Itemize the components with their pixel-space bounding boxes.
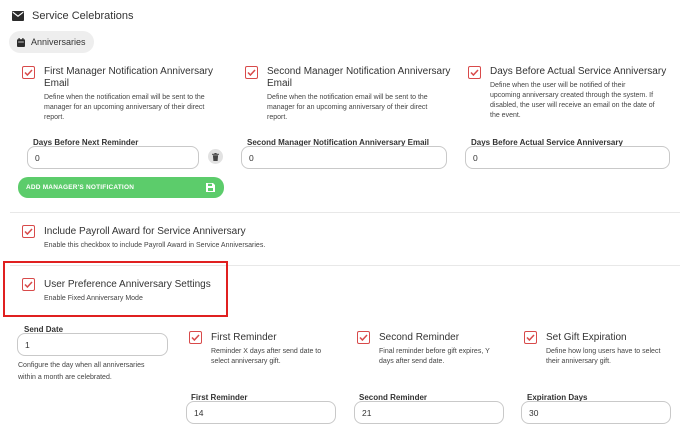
tab-anniversaries[interactable]: Anniversaries: [9, 31, 94, 53]
check-icon: [24, 281, 33, 288]
envelope-icon: [12, 11, 24, 21]
expiration-days-input[interactable]: 30: [521, 401, 671, 424]
second-reminder-input[interactable]: 21: [354, 401, 504, 424]
checkbox-user-preference[interactable]: [22, 278, 35, 291]
option-title: Set Gift Expiration: [546, 332, 627, 343]
option-desc: report.: [267, 114, 288, 121]
button-label: ADD MANAGER'S NOTIFICATION: [26, 184, 135, 191]
option-desc: manager for an upcoming anniversary of t…: [44, 104, 205, 111]
send-date-input[interactable]: 1: [17, 333, 168, 356]
option-title: First Manager Notification Anniversary: [44, 66, 213, 77]
option-title-cont: Email: [44, 78, 70, 89]
delete-reminder-button[interactable]: [208, 149, 223, 164]
check-icon: [24, 228, 33, 235]
option-gift-expiration[interactable]: [524, 331, 537, 344]
checkbox-first-reminder[interactable]: [189, 331, 202, 344]
checkbox-gift-expiration[interactable]: [524, 331, 537, 344]
checkbox-first-manager[interactable]: [22, 66, 35, 79]
option-desc: Define when the notification email will …: [267, 94, 428, 101]
check-icon: [24, 69, 33, 76]
first-reminder-input[interactable]: 14: [186, 401, 336, 424]
option-desc: the event.: [490, 112, 521, 119]
option-desc: Define when the notification email will …: [44, 94, 205, 101]
option-second-manager[interactable]: [245, 66, 258, 79]
option-days-before-actual-text: Days Before Actual Service Anniversary D…: [490, 66, 680, 121]
option-first-manager[interactable]: [22, 66, 35, 79]
option-title: First Reminder: [211, 332, 277, 343]
checkbox-payroll[interactable]: [22, 225, 35, 238]
option-desc: Final reminder before gift expires, Y: [379, 348, 490, 355]
option-title: Second Reminder: [379, 332, 460, 343]
checkbox-second-manager[interactable]: [245, 66, 258, 79]
checkbox-days-before-actual[interactable]: [468, 66, 481, 79]
option-desc: days after send date.: [379, 358, 445, 365]
divider: [10, 212, 680, 213]
send-date-help: Configure the day when all anniversaries…: [18, 360, 144, 384]
option-desc: Define when the user will be notified of…: [490, 82, 626, 89]
option-title: Include Payroll Award for Service Annive…: [44, 226, 246, 237]
option-title: Days Before Actual Service Anniversary: [490, 66, 667, 77]
option-desc: their anniversary gift.: [546, 358, 611, 365]
save-icon: [206, 183, 215, 192]
option-first-manager-text: First Manager Notification Anniversary E…: [44, 66, 234, 123]
option-desc: Define how long users have to select: [546, 348, 661, 355]
help-text: Configure the day when all anniversaries: [18, 362, 145, 369]
calendar-icon: [17, 37, 25, 47]
option-desc: report.: [44, 114, 65, 121]
option-desc: select anniversary gift.: [211, 358, 281, 365]
option-title: Second Manager Notification Anniversary: [267, 66, 451, 77]
section-title: Service Celebrations: [32, 10, 134, 22]
checkbox-second-reminder[interactable]: [357, 331, 370, 344]
check-icon: [359, 334, 368, 341]
option-user-preference-text: User Preference Anniversary Settings Ena…: [44, 279, 211, 304]
trash-icon: [212, 152, 219, 161]
option-desc: Enable Fixed Anniversary Mode: [44, 295, 143, 302]
tab-label: Anniversaries: [31, 37, 86, 47]
check-icon: [470, 69, 479, 76]
option-desc: upcoming anniversary created through the…: [490, 92, 654, 99]
option-desc: disabled, the user will receive an email…: [490, 102, 655, 109]
option-payroll[interactable]: [22, 225, 35, 238]
check-icon: [526, 334, 535, 341]
option-second-reminder-text: Second Reminder Final reminder before gi…: [379, 332, 519, 367]
second-manager-input[interactable]: 0: [241, 146, 447, 169]
option-title: User Preference Anniversary Settings: [44, 279, 211, 290]
option-days-before-actual[interactable]: [468, 66, 481, 79]
add-managers-notification-button[interactable]: ADD MANAGER'S NOTIFICATION: [18, 177, 224, 198]
option-second-manager-text: Second Manager Notification Anniversary …: [267, 66, 457, 123]
option-desc: Enable this checkbox to include Payroll …: [44, 242, 266, 249]
option-user-preference[interactable]: [22, 278, 35, 291]
days-before-next-input[interactable]: 0: [27, 146, 199, 169]
option-payroll-text: Include Payroll Award for Service Annive…: [44, 226, 265, 251]
days-before-actual-input[interactable]: 0: [465, 146, 670, 169]
option-second-reminder[interactable]: [357, 331, 370, 344]
option-first-reminder-text: First Reminder Reminder X days after sen…: [211, 332, 351, 367]
check-icon: [191, 334, 200, 341]
option-gift-expiration-text: Set Gift Expiration Define how long user…: [546, 332, 686, 367]
check-icon: [247, 69, 256, 76]
option-desc: Reminder X days after send date to: [211, 348, 322, 355]
option-desc: manager for an upcoming anniversary of t…: [267, 104, 428, 111]
option-title-cont: Email: [267, 78, 293, 89]
help-text: within a month are celebrated.: [18, 374, 112, 381]
option-first-reminder[interactable]: [189, 331, 202, 344]
section-header: Service Celebrations: [12, 10, 134, 22]
